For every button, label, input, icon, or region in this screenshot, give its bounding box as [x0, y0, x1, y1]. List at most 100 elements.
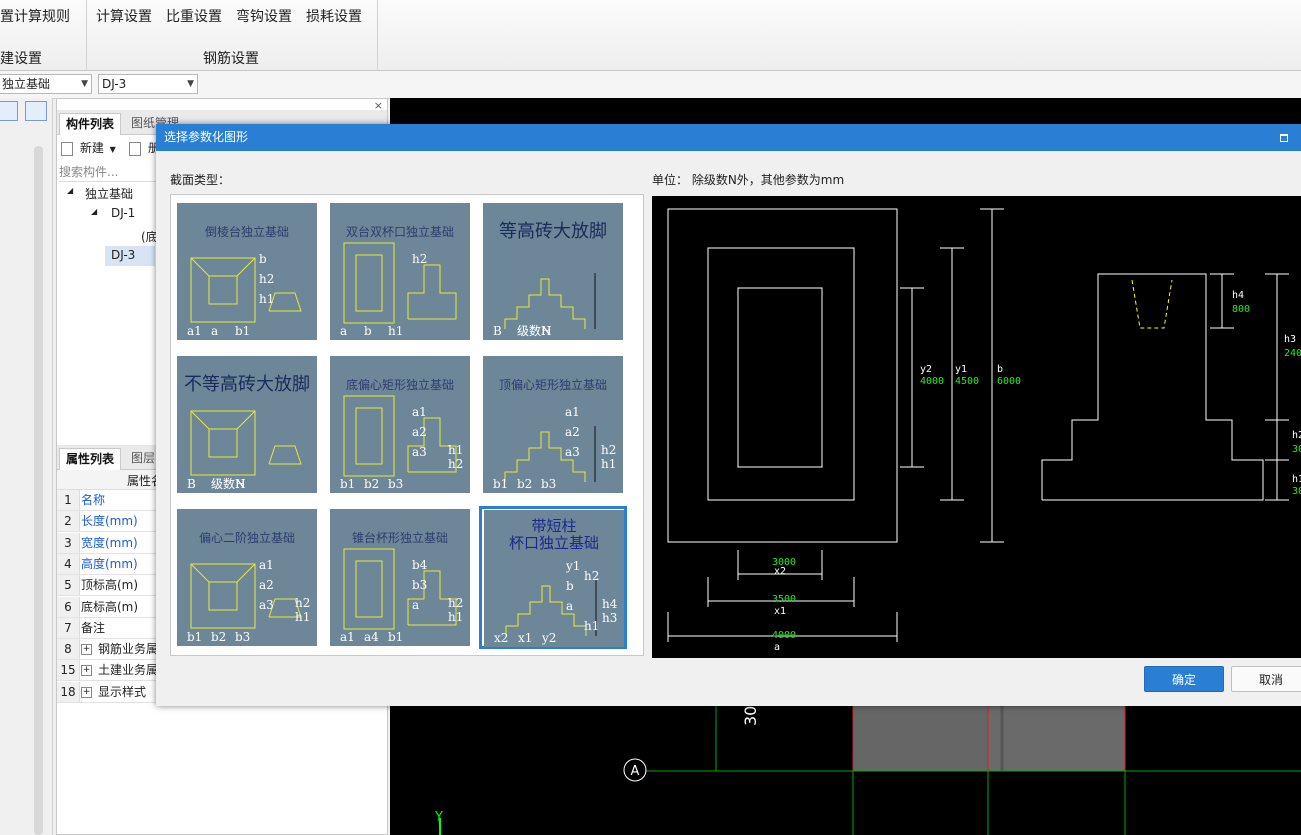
chevron-down-icon: ▼ [109, 145, 116, 154]
shape-thumbnail: 倒棱台独立基础 a1 a b1 b h2 h1 [177, 203, 317, 340]
row-number: 4 [57, 553, 80, 574]
tile-sketch: B 级数NH [493, 273, 596, 338]
property-name-cell: 高度(mm) [81, 554, 138, 574]
element-combo[interactable]: DJ-3 ▼ [98, 74, 198, 94]
foundation-block[interactable] [987, 700, 1126, 772]
tile-sketch: b1 b2 b3 a1 a2 a3 h2h1 [187, 558, 310, 644]
shape-tile[interactable]: 带短柱 杯口独立基础 x2 x1 y2 y1 b a h4 h3 h2 h1 [479, 506, 627, 649]
tree-expander-icon[interactable]: ◢ [91, 207, 97, 216]
shape-thumbnail: 顶偏心矩形独立基础 b1 b2 b3 a1 a2 a3 h2 h1 [483, 356, 623, 493]
ribbon-weight-settings[interactable]: 比重设置 [166, 6, 222, 26]
axis-label: A [631, 764, 640, 779]
ribbon-group-label-rebar: 钢筋设置 [203, 51, 259, 67]
tile-dim-label: h4 [602, 597, 618, 611]
shape-line [190, 257, 210, 277]
shape-line [190, 563, 210, 583]
ribbon-calc-rules[interactable]: 计算规则 [14, 6, 70, 26]
tile-dim-label: H [235, 477, 245, 491]
shape-tile[interactable]: 偏心二阶独立基础 b1 b2 b3 a1 a2 a3 h2 h1 [173, 506, 321, 649]
property-name: 宽度(mm) [81, 535, 138, 550]
tile-dim-label: b1 [493, 477, 508, 491]
left-gutter [0, 98, 53, 835]
tab-component-list[interactable]: 构件列表 [59, 113, 122, 135]
tab-property-list[interactable]: 属性列表 [59, 448, 122, 470]
property-name: 顶标高(m) [81, 578, 139, 593]
tile-sketch: x2 x1 y2 y1 ba h4h3 h2 h1 [494, 559, 618, 645]
tile-dim-label: a1 [187, 324, 202, 338]
expand-icon[interactable]: + [81, 644, 92, 656]
shape-line [268, 445, 302, 465]
maximize-icon[interactable] [1280, 134, 1288, 142]
new-icon [61, 141, 73, 156]
shape-tile[interactable]: 底偏心矩形独立基础 b1 b2 b3 a1 a2 a3 h1 h2 [326, 353, 474, 496]
detail-view-icon[interactable] [25, 101, 47, 121]
tile-dim-label: b4 [412, 558, 428, 572]
tile-dim-label: y2 [541, 631, 556, 645]
tree-item-dj3[interactable]: DJ-3 [111, 248, 135, 262]
tile-dim-label: a2 [412, 425, 427, 439]
tile-dim-label: a2 [565, 425, 580, 439]
shape-outline [208, 275, 238, 305]
cancel-button[interactable]: 取消 [1231, 666, 1301, 692]
dimension-text: 30 [741, 706, 760, 726]
tile-dim-label: b2 [517, 477, 532, 491]
preview-dim-value: 6000 [997, 376, 1021, 387]
preview-dim-label: b [997, 364, 1003, 375]
tile-dim-label: B [493, 324, 502, 338]
new-button[interactable]: 新建 ▼ [61, 139, 116, 156]
y-axis-label: Y [434, 810, 443, 825]
combo-toolbar: 独立基础 ▼ DJ-3 ▼ [0, 71, 1301, 99]
tree-item-dj1[interactable]: DJ-1 [111, 206, 135, 220]
preview-dim-label: a [774, 642, 780, 653]
ok-button[interactable]: 确定 [1144, 666, 1224, 692]
row-number: 3 [57, 532, 80, 553]
preview-dim-label: h1 [1292, 474, 1301, 485]
row-number: 5 [57, 575, 80, 596]
tree-expander-icon[interactable]: ◢ [67, 186, 73, 195]
shape-outline [208, 428, 238, 458]
ribbon-calc-settings[interactable]: 计算设置 [96, 6, 152, 26]
ribbon-loss-settings[interactable]: 损耗设置 [306, 6, 362, 26]
property-name: 显示样式 [98, 684, 147, 699]
shape-tile[interactable]: 倒棱台独立基础 a1 a b1 b h2 h1 [173, 200, 321, 343]
tile-dim-label: a1 [259, 558, 274, 572]
tile-dim-label: a2 [259, 578, 274, 592]
property-name: 备注 [81, 620, 106, 635]
shape-tile[interactable]: 不等高砖大放脚 B 级数N H [173, 353, 321, 496]
expand-icon[interactable]: + [81, 686, 92, 698]
shape-tile[interactable]: 锥台杯形独立基础 a1 a4 b1 b4 b3 a h2 h1 [326, 506, 474, 649]
tile-dim-label: b1 [235, 324, 250, 338]
ribbon-hook-settings[interactable]: 弯钩设置 [236, 6, 292, 26]
tile-dim-label: h2 [259, 272, 274, 286]
property-name-cell: + 土建业务属 [81, 660, 158, 680]
list-view-icon[interactable] [0, 101, 18, 121]
tile-dim-label: b [566, 579, 574, 593]
left-scrollbar[interactable] [34, 146, 43, 835]
row-number: 2 [57, 511, 80, 532]
tile-dim-label: b [259, 252, 267, 266]
shape-thumbnail: 偏心二阶独立基础 b1 b2 b3 a1 a2 a3 h2 h1 [177, 509, 317, 646]
plan-mid-rect [707, 247, 855, 501]
preview-dim-value: 4500 [955, 376, 979, 387]
property-name: 长度(mm) [81, 514, 138, 529]
tile-dim-label: b1 [340, 477, 355, 491]
shape-outline [355, 560, 383, 618]
tile-dim-label: b3 [412, 578, 427, 592]
expand-icon[interactable]: + [81, 665, 92, 677]
tile-dim-label: h1 [448, 443, 463, 457]
tile-sketch: a b h1 h2 [340, 242, 457, 338]
tree-item-foundation[interactable]: 独立基础 [85, 185, 133, 202]
shape-tile[interactable]: 顶偏心矩形独立基础 b1 b2 b3 a1 a2 a3 h2 h1 [479, 353, 627, 496]
foundation-block[interactable] [852, 700, 989, 772]
tile-dim-label: b1 [187, 630, 202, 644]
tile-dim-label: h1 [584, 619, 599, 633]
preview-drawing: y24000y14500b6000x23000x13500a4000h4800h… [667, 208, 1301, 653]
ribbon-item-partial[interactable]: 置 [0, 6, 14, 26]
preview-dim-value: 4000 [920, 376, 944, 387]
dialog-titlebar: 选择参数化图形 [156, 124, 1301, 151]
type-combo[interactable]: 独立基础 ▼ [0, 74, 92, 94]
ribbon-separator [86, 0, 87, 70]
shape-tile[interactable]: 双台双杯口独立基础 a b h1 h2 [326, 200, 474, 343]
tile-dim-label: y1 [565, 559, 580, 573]
shape-tile[interactable]: 等高砖大放脚 B 级数N H [479, 200, 627, 343]
